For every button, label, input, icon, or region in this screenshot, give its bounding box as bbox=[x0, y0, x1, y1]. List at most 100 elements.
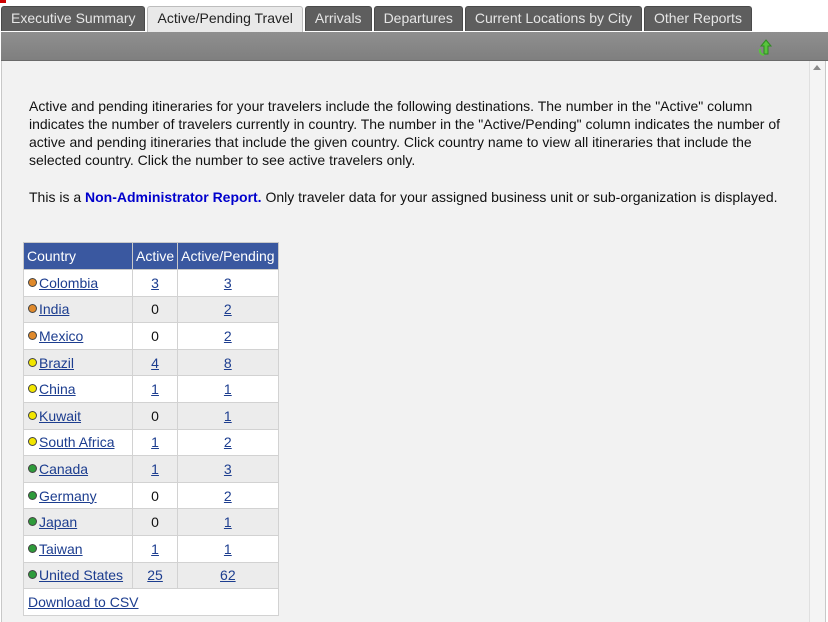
tab-arrivals[interactable]: Arrivals bbox=[304, 6, 372, 31]
active-pending-count-link[interactable]: 1 bbox=[224, 541, 232, 557]
country-link[interactable]: Taiwan bbox=[39, 541, 83, 557]
destinations-table: Country Active Active/Pending Colombia 3 3… bbox=[23, 242, 279, 616]
active-count-link[interactable]: 1 bbox=[151, 541, 159, 557]
top-accent-bar bbox=[0, 0, 6, 3]
country-link[interactable]: Germany bbox=[39, 488, 97, 504]
active-cell: 1 bbox=[131, 375, 179, 403]
table-row: United States 25 62 bbox=[23, 561, 279, 590]
active-pending-cell: 3 bbox=[177, 269, 279, 297]
active-pending-count-link[interactable]: 3 bbox=[224, 461, 232, 477]
country-column-header: Country bbox=[23, 242, 133, 270]
active-count-link[interactable]: 1 bbox=[151, 381, 159, 397]
tab-departures[interactable]: Departures bbox=[373, 6, 463, 31]
country-link[interactable]: Mexico bbox=[39, 328, 83, 344]
active-cell: 4 bbox=[131, 348, 179, 377]
tab-executive-summary[interactable]: Executive Summary bbox=[1, 6, 146, 31]
country-cell: Japan bbox=[23, 508, 133, 536]
active-pending-cell: 2 bbox=[177, 322, 279, 350]
active-cell: 0 bbox=[131, 322, 179, 350]
country-link[interactable]: Colombia bbox=[39, 275, 98, 291]
active-count-link[interactable]: 1 bbox=[151, 461, 159, 477]
country-link[interactable]: United States bbox=[39, 567, 123, 583]
table-row: India 0 2 bbox=[23, 295, 279, 324]
risk-level-dot-icon bbox=[28, 304, 37, 314]
active-cell: 1 bbox=[131, 534, 179, 563]
risk-level-dot-icon bbox=[28, 490, 37, 500]
country-link[interactable]: India bbox=[39, 301, 69, 317]
active-count-link[interactable]: 3 bbox=[151, 275, 159, 291]
table-row: Japan 0 1 bbox=[23, 508, 279, 536]
table-row: Colombia 3 3 bbox=[23, 269, 279, 297]
active-pending-count-link[interactable]: 1 bbox=[224, 381, 232, 397]
active-count: 0 bbox=[151, 514, 159, 531]
active-pending-column-header: Active/Pending bbox=[177, 242, 279, 270]
active-pending-count-link[interactable]: 1 bbox=[224, 514, 232, 530]
table-header-row: Country Active Active/Pending bbox=[23, 242, 279, 270]
country-cell: Canada bbox=[23, 455, 133, 483]
country-link[interactable]: Kuwait bbox=[39, 408, 81, 424]
active-cell: 1 bbox=[131, 455, 179, 483]
active-pending-cell: 2 bbox=[177, 481, 279, 510]
country-cell: Taiwan bbox=[23, 534, 133, 563]
country-cell: China bbox=[23, 375, 133, 403]
table-row: Taiwan 1 1 bbox=[23, 534, 279, 563]
download-cell: Download to CSV bbox=[23, 588, 279, 616]
risk-level-dot-icon bbox=[28, 543, 37, 553]
active-cell: 3 bbox=[131, 269, 179, 297]
active-pending-count-link[interactable]: 2 bbox=[224, 488, 232, 504]
active-pending-cell: 2 bbox=[177, 295, 279, 324]
tab-other-reports[interactable]: Other Reports bbox=[644, 6, 752, 31]
country-cell: Mexico bbox=[23, 322, 133, 350]
report-tabs: Executive Summary Active/Pending Travel Ar… bbox=[1, 6, 752, 33]
country-link[interactable]: Canada bbox=[39, 461, 88, 477]
active-pending-count-link[interactable]: 2 bbox=[224, 301, 232, 317]
table-row: Kuwait 0 1 bbox=[23, 401, 279, 430]
country-link[interactable]: South Africa bbox=[39, 434, 115, 450]
active-count: 0 bbox=[151, 301, 159, 318]
active-pending-cell: 8 bbox=[177, 348, 279, 377]
country-link[interactable]: China bbox=[39, 381, 76, 397]
country-cell: Germany bbox=[23, 481, 133, 510]
risk-level-dot-icon bbox=[28, 570, 37, 580]
country-link[interactable]: Brazil bbox=[39, 355, 74, 371]
report-panel: Active and pending itineraries for your … bbox=[1, 61, 826, 622]
non-admin-label: Non-Administrator Report. bbox=[85, 189, 262, 205]
country-link[interactable]: Japan bbox=[39, 514, 77, 530]
table-row: Brazil 4 8 bbox=[23, 348, 279, 377]
table-row: Mexico 0 2 bbox=[23, 322, 279, 350]
risk-level-dot-icon bbox=[28, 437, 37, 447]
note-suffix: Only traveler data for your assigned bus… bbox=[261, 189, 778, 205]
country-cell: Colombia bbox=[23, 269, 133, 297]
scroll-up-arrow-icon[interactable] bbox=[813, 65, 821, 70]
active-count: 0 bbox=[151, 407, 159, 424]
vertical-scrollbar[interactable] bbox=[809, 61, 825, 622]
country-cell: South Africa bbox=[23, 428, 133, 457]
active-pending-cell: 1 bbox=[177, 401, 279, 430]
download-csv-link[interactable]: Download to CSV bbox=[28, 594, 139, 610]
risk-level-dot-icon bbox=[28, 410, 37, 420]
country-cell: India bbox=[23, 295, 133, 324]
active-count-link[interactable]: 25 bbox=[147, 567, 163, 583]
refresh-arrow-icon[interactable] bbox=[756, 37, 776, 57]
active-pending-count-link[interactable]: 8 bbox=[224, 355, 232, 371]
tab-current-locations-by-city[interactable]: Current Locations by City bbox=[464, 6, 643, 31]
toolbar bbox=[1, 32, 828, 61]
note-prefix: This is a bbox=[29, 189, 86, 205]
active-cell: 1 bbox=[131, 428, 179, 457]
tab-active-pending-travel[interactable]: Active/Pending Travel bbox=[147, 6, 303, 33]
active-count-link[interactable]: 4 bbox=[151, 355, 159, 371]
table-row: South Africa 1 2 bbox=[23, 428, 279, 457]
active-count-link[interactable]: 1 bbox=[151, 434, 159, 450]
active-column-header: Active bbox=[131, 242, 179, 270]
active-pending-count-link[interactable]: 3 bbox=[224, 275, 232, 291]
country-cell: Brazil bbox=[23, 348, 133, 377]
country-cell: United States bbox=[23, 561, 133, 590]
active-pending-count-link[interactable]: 1 bbox=[224, 408, 232, 424]
active-pending-cell: 1 bbox=[177, 375, 279, 403]
intro-text: Active and pending itineraries for your … bbox=[29, 98, 781, 168]
active-pending-count-link[interactable]: 2 bbox=[224, 328, 232, 344]
active-pending-count-link[interactable]: 62 bbox=[220, 567, 236, 583]
active-cell: 0 bbox=[131, 481, 179, 510]
active-pending-cell: 1 bbox=[177, 534, 279, 563]
active-pending-count-link[interactable]: 2 bbox=[224, 434, 232, 450]
